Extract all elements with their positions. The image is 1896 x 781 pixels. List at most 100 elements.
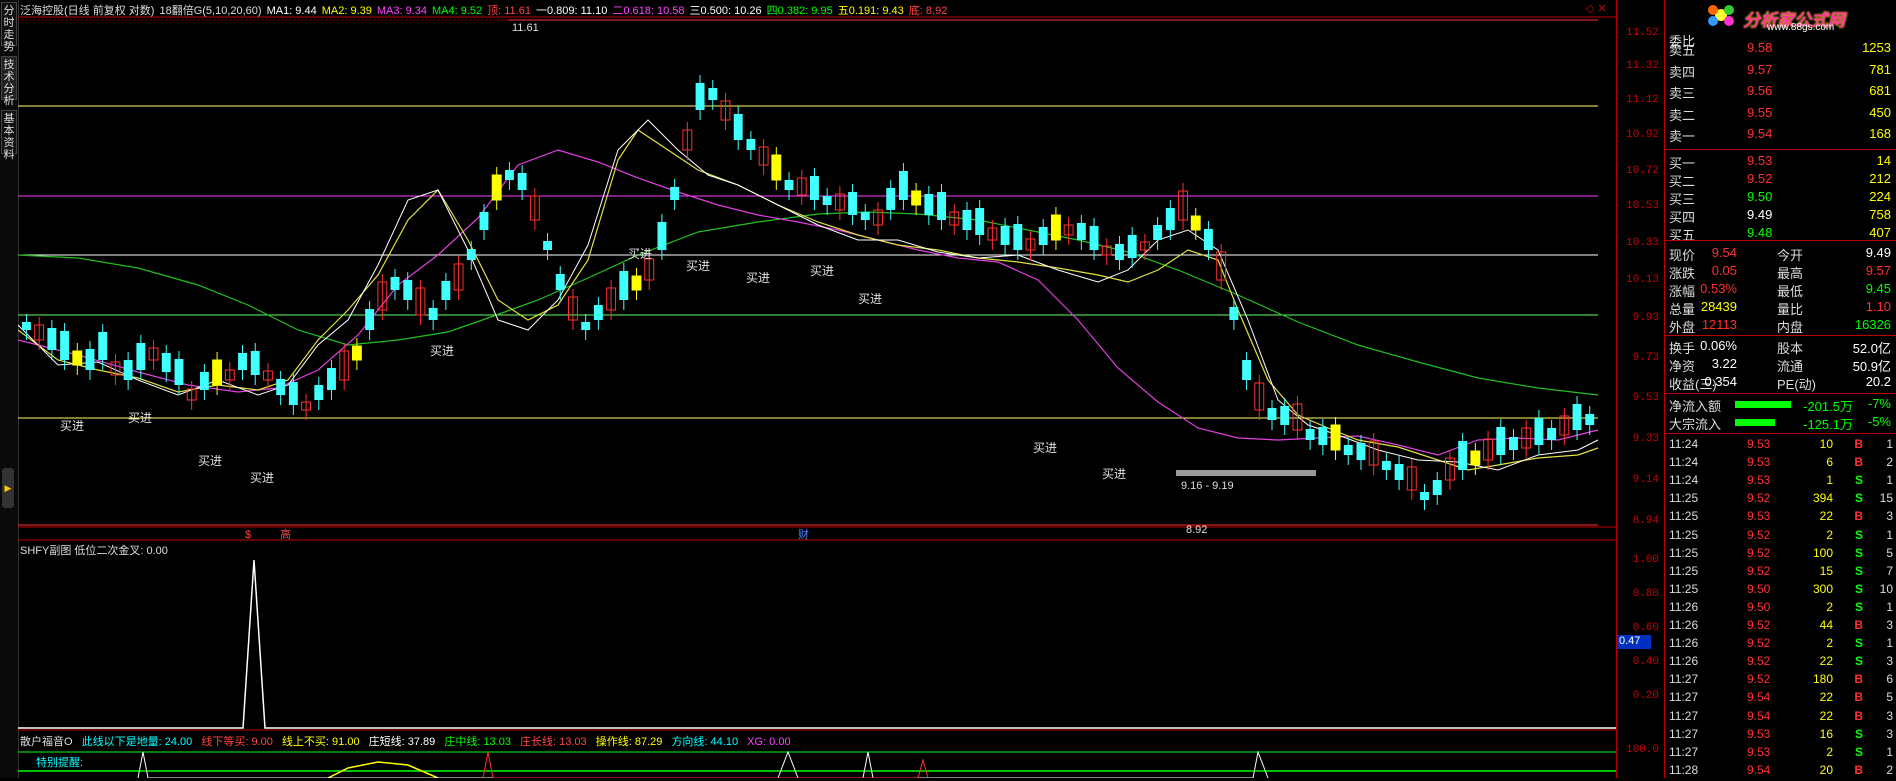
ask-price: 9.56: [1747, 83, 1773, 98]
bid-row[interactable]: 买四 9.49 758: [1665, 207, 1896, 225]
candle-body: [1470, 450, 1481, 466]
price-axis: 11.52 11.32 11.12 10.92 10.72 10.53 10.3…: [1616, 0, 1665, 778]
stat-label: 总量: [1669, 302, 1696, 317]
stat-label: 涨跌: [1669, 266, 1696, 281]
sub2-item: XG: 0.00: [747, 736, 791, 748]
collapse-arrow-icon[interactable]: ▶: [2, 468, 14, 508]
sub2-item: 庄短线: 37.89: [368, 736, 436, 748]
trade-count: 1: [1886, 599, 1893, 614]
trade-time: 11:27: [1669, 690, 1699, 705]
candle-body: [72, 350, 83, 366]
flow-bar: [1735, 401, 1791, 408]
candle-body: [1076, 223, 1086, 240]
trade-row: 11:24 9.53 6 B 2: [1665, 455, 1896, 473]
trade-volume: 6: [1826, 455, 1833, 470]
trade-volume: 15: [1819, 563, 1833, 578]
trade-price: 9.52: [1747, 672, 1771, 687]
ask-row[interactable]: 卖四 9.57 781: [1665, 62, 1896, 80]
trade-volume: 22: [1819, 654, 1833, 669]
candle-body: [288, 382, 298, 405]
ask-volume: 781: [1869, 61, 1891, 77]
trade-row: 11:25 9.52 100 S 5: [1665, 546, 1896, 564]
trade-count: 15: [1879, 491, 1893, 506]
ask-row[interactable]: 卖五 9.58 1253: [1665, 40, 1896, 58]
candle-body: [123, 360, 133, 380]
candle-body: [98, 332, 108, 360]
trade-side: S: [1854, 726, 1863, 741]
sub2-legend: 散户福音O 此线以下是地量: 24.00 线下等买: 9.00 线上不买: 91…: [20, 733, 797, 749]
candle-body: [212, 359, 223, 386]
trade-count: 7: [1886, 563, 1893, 578]
buy-signal-label: 买进: [858, 292, 882, 306]
trade-side: B: [1854, 618, 1863, 632]
candle-body: [1343, 445, 1353, 455]
candle-body: [365, 309, 375, 330]
candle-body: [631, 275, 642, 291]
fund-value: 52.0亿: [1852, 341, 1891, 356]
kline-chart[interactable]: 买进 买进 买进 买进 买进 买进 买进 买进 买进 买进 买进 买进 11.6…: [18, 0, 1616, 778]
candle-body: [238, 353, 247, 370]
trade-volume: 20: [1819, 762, 1833, 777]
flow-row: 净流入额 -201.5万 -7%: [1665, 396, 1896, 414]
trade-time: 11:24: [1669, 455, 1699, 470]
trade-price: 9.54: [1747, 708, 1771, 723]
trade-time: 11:25: [1669, 545, 1699, 560]
trade-side: S: [1854, 563, 1863, 578]
trade-side: B: [1854, 509, 1863, 524]
candle-body: [670, 187, 680, 200]
candle-body: [1089, 226, 1099, 250]
candle-body: [1420, 492, 1429, 500]
candle-body: [695, 83, 705, 110]
candle-body: [403, 280, 413, 300]
trade-volume: 2: [1826, 527, 1833, 542]
buy-signal-label: 买进: [430, 344, 454, 358]
fund-label: 流通: [1777, 359, 1804, 374]
trade-time: 11:25: [1669, 581, 1699, 596]
tab-fundamentals[interactable]: 基本资料: [1, 110, 17, 161]
ask-row[interactable]: 卖三 9.56 681: [1665, 83, 1896, 101]
sub2-tick: 100.0: [1625, 744, 1659, 756]
ask-label: 卖三: [1669, 86, 1696, 101]
tab-intraday[interactable]: 分时走势: [1, 2, 17, 53]
trade-price: 9.52: [1747, 563, 1771, 578]
candle-body: [543, 241, 552, 250]
sub2-item: 庄中线: 13.03: [444, 736, 511, 748]
buy-signal-label: 买进: [1102, 467, 1126, 481]
stat-value: 9.54: [1711, 245, 1737, 260]
candle-body: [441, 281, 451, 300]
trade-volume: 44: [1819, 618, 1833, 632]
sub2-tip: 特别提醒:: [36, 757, 84, 769]
ask-label: 卖五: [1669, 43, 1696, 58]
candle-body: [1394, 464, 1404, 480]
trade-row: 11:26 9.52 22 S 3: [1665, 654, 1896, 672]
trade-volume: 180: [1812, 672, 1833, 687]
bid-row[interactable]: 买一 9.53 14: [1665, 153, 1896, 171]
price-tick: 11.12: [1625, 94, 1659, 106]
event-marker: $: [245, 529, 251, 541]
buy-signal-label: 买进: [810, 264, 834, 278]
stat-label: 最低: [1777, 284, 1804, 299]
candlesticks: [22, 75, 1595, 510]
bid-row[interactable]: 买二 9.52 212: [1665, 171, 1896, 189]
bid-row[interactable]: 买三 9.50 224: [1665, 189, 1896, 207]
trade-time: 11:26: [1669, 618, 1699, 632]
trade-price: 9.53: [1747, 726, 1771, 741]
candle-body: [136, 343, 146, 370]
trade-price: 9.54: [1747, 690, 1771, 705]
trade-volume: 16: [1819, 726, 1833, 741]
fund-label: 股本: [1777, 341, 1804, 356]
candle-body: [593, 305, 603, 320]
candle-body: [848, 192, 858, 215]
ask-row[interactable]: 卖二 9.55 450: [1665, 105, 1896, 123]
trade-side: S: [1854, 744, 1863, 759]
tab-technical[interactable]: 技术分析: [1, 56, 17, 107]
candle-body: [911, 190, 922, 206]
candle-body: [1509, 437, 1518, 450]
candle-body: [491, 174, 502, 201]
stat-value: 0.53%: [1700, 281, 1737, 296]
trade-side: S: [1854, 473, 1863, 488]
trade-row: 11:26 9.52 2 S 1: [1665, 636, 1896, 654]
stat-label: 最高: [1777, 266, 1804, 281]
trade-row: 11:26 9.50 2 S 1: [1665, 600, 1896, 618]
ask-row[interactable]: 卖一 9.54 168: [1665, 126, 1896, 144]
